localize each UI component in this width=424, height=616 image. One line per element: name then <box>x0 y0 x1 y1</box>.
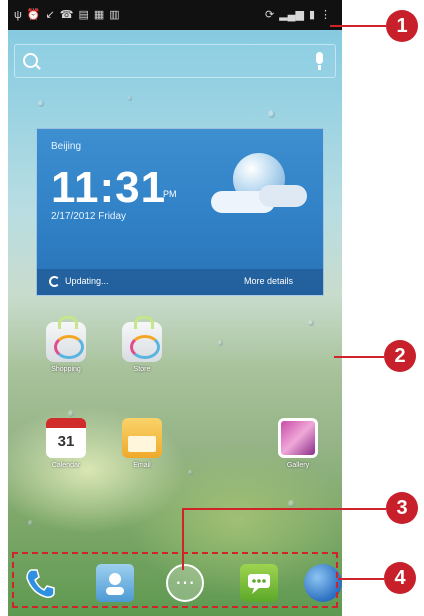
widget-time: 11:31 <box>51 163 167 212</box>
email-icon <box>122 418 162 458</box>
app-label: Calendar <box>51 462 81 469</box>
widget-ampm: PM <box>163 189 177 199</box>
dock-highlight-box <box>12 552 338 608</box>
raindrop <box>288 500 295 507</box>
app-gallery[interactable]: Gallery <box>276 418 320 469</box>
sms-icon: ▤ <box>78 9 89 21</box>
missed-call-icon: ↙ <box>45 9 55 21</box>
callout-line-4 <box>338 578 384 580</box>
battery-icon: ▮ <box>308 9 315 21</box>
callout-badge-1: 1 <box>386 10 418 42</box>
calendar-icon: ▦ <box>93 9 105 21</box>
app-store[interactable]: Store <box>120 316 164 373</box>
app-label: Shopping <box>51 366 81 373</box>
shopping-bag-icon <box>122 316 162 362</box>
more-details-link[interactable]: More details <box>244 276 293 286</box>
callout-line-1 <box>330 25 386 27</box>
widget-footer: Updating... More details <box>37 269 323 295</box>
app-email[interactable]: Email <box>120 418 164 469</box>
app-label: Gallery <box>286 462 310 469</box>
alarm-icon: ⏰ <box>26 9 41 21</box>
widget-update-status: Updating... <box>65 276 109 286</box>
callout-line-2 <box>334 356 384 358</box>
widget-city: Beijing <box>51 141 82 152</box>
raindrop <box>268 110 275 118</box>
calendar-app-icon: 31 <box>46 418 86 458</box>
app-calendar[interactable]: 31 Calendar <box>44 418 88 469</box>
phone-screen: ψ ⏰ ↙ ☎ ▤ ▦ ▥ ⟳ ▂▄▆ ▮ ⋮ Beijing 11:31 PM… <box>8 0 342 616</box>
app-shopping[interactable]: Shopping <box>44 316 88 373</box>
raindrop <box>188 470 193 475</box>
app-label: Email <box>133 462 151 469</box>
callout-badge-3: 3 <box>386 492 418 524</box>
app-label: Store <box>133 366 151 373</box>
cloud-icon <box>259 185 307 207</box>
raindrop <box>68 410 74 417</box>
callout-line-3 <box>182 508 386 510</box>
gallery-icon <box>278 418 318 458</box>
weather-clock-widget[interactable]: Beijing 11:31 PM 2/17/2012 Friday Updati… <box>36 128 324 296</box>
callout-badge-2: 2 <box>384 340 416 372</box>
callout-line-3-vertical <box>182 508 184 570</box>
google-search-bar[interactable] <box>14 44 336 78</box>
widget-date: 2/17/2012 Friday <box>51 211 127 222</box>
raindrop <box>308 320 314 326</box>
phone-call-icon: ☎ <box>59 9 74 21</box>
shopping-bag-icon <box>46 316 86 362</box>
usb-icon: ψ <box>14 9 22 21</box>
raindrop <box>128 96 132 101</box>
refresh-icon[interactable] <box>49 276 60 287</box>
signal-icon: ▂▄▆ <box>279 9 304 21</box>
search-icon[interactable] <box>23 53 38 68</box>
raindrop <box>218 340 223 346</box>
raindrop <box>28 520 33 526</box>
screenshot-icon: ▥ <box>109 9 120 21</box>
raindrop <box>38 100 44 107</box>
callout-badge-4: 4 <box>384 562 416 594</box>
mic-icon[interactable] <box>316 52 323 70</box>
status-bar[interactable]: ψ ⏰ ↙ ☎ ▤ ▦ ▥ ⟳ ▂▄▆ ▮ ⋮ <box>8 0 342 30</box>
sync-icon: ⟳ <box>265 9 275 21</box>
